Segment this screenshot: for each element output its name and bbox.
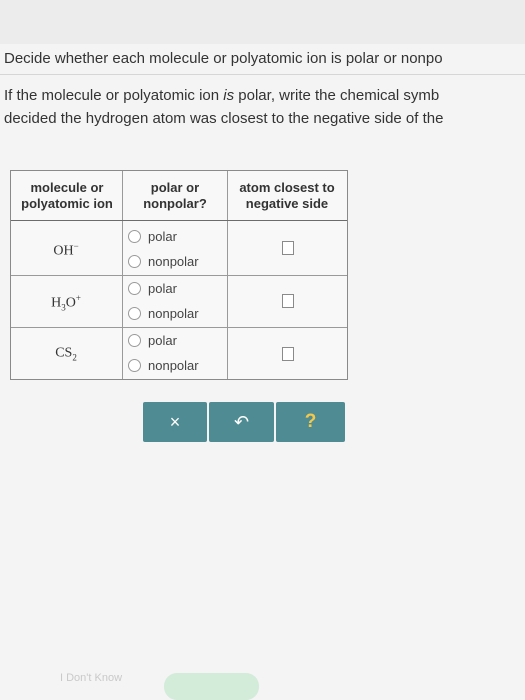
radio-icon[interactable] — [128, 358, 141, 372]
atom-closest-input-h3o[interactable] — [282, 294, 294, 308]
header-divider — [11, 220, 347, 221]
close-icon: × — [169, 411, 181, 432]
radio-icon[interactable] — [128, 254, 141, 268]
radio-icon[interactable] — [128, 333, 141, 347]
instructions-line-2: decided the hydrogen atom was closest to… — [4, 110, 444, 127]
submit-button[interactable] — [164, 673, 259, 700]
molecule-cs2: CS2 — [55, 345, 77, 363]
atom-closest-input-oh[interactable] — [282, 241, 294, 255]
radio-polar-h3o[interactable]: polar — [128, 278, 177, 298]
header-atom-closest: atom closest to negative side — [239, 180, 335, 211]
header-polarity: polar or nonpolar? — [143, 180, 207, 211]
undo-button[interactable]: ↶ — [209, 402, 274, 442]
radio-polar-cs2[interactable]: polar — [128, 330, 177, 350]
row-divider — [11, 327, 347, 328]
molecule-h3o: H3O+ — [51, 293, 81, 313]
divider — [0, 74, 525, 75]
radio-nonpolar-h3o[interactable]: nonpolar — [128, 303, 199, 323]
instructions: If the molecule or polyatomic ion is pol… — [4, 84, 525, 130]
undo-icon: ↶ — [233, 411, 250, 432]
radio-icon[interactable] — [128, 229, 141, 243]
dont-know-link[interactable]: I Don't Know — [60, 672, 122, 684]
answer-table: molecule or polyatomic ion polar or nonpol… — [10, 170, 348, 380]
instructions-line-1: If the molecule or polyatomic ion is pol… — [4, 87, 440, 104]
molecule-oh: OH− — [53, 241, 79, 259]
top-band — [0, 0, 525, 44]
clear-button[interactable]: × — [143, 402, 207, 442]
question-text: Decide whether each molecule or polyatom… — [4, 50, 443, 67]
help-icon: ? — [304, 411, 317, 432]
row-divider — [11, 275, 347, 276]
radio-nonpolar-cs2[interactable]: nonpolar — [128, 355, 199, 375]
radio-icon[interactable] — [128, 281, 141, 295]
help-button[interactable]: ? — [276, 402, 345, 442]
radio-nonpolar-oh[interactable]: nonpolar — [128, 251, 199, 271]
answer-toolbar: × ↶ ? — [143, 402, 347, 442]
atom-closest-input-cs2[interactable] — [282, 347, 294, 361]
radio-polar-oh[interactable]: polar — [128, 226, 177, 246]
header-molecule: molecule or polyatomic ion — [21, 180, 113, 211]
radio-icon[interactable] — [128, 306, 141, 320]
